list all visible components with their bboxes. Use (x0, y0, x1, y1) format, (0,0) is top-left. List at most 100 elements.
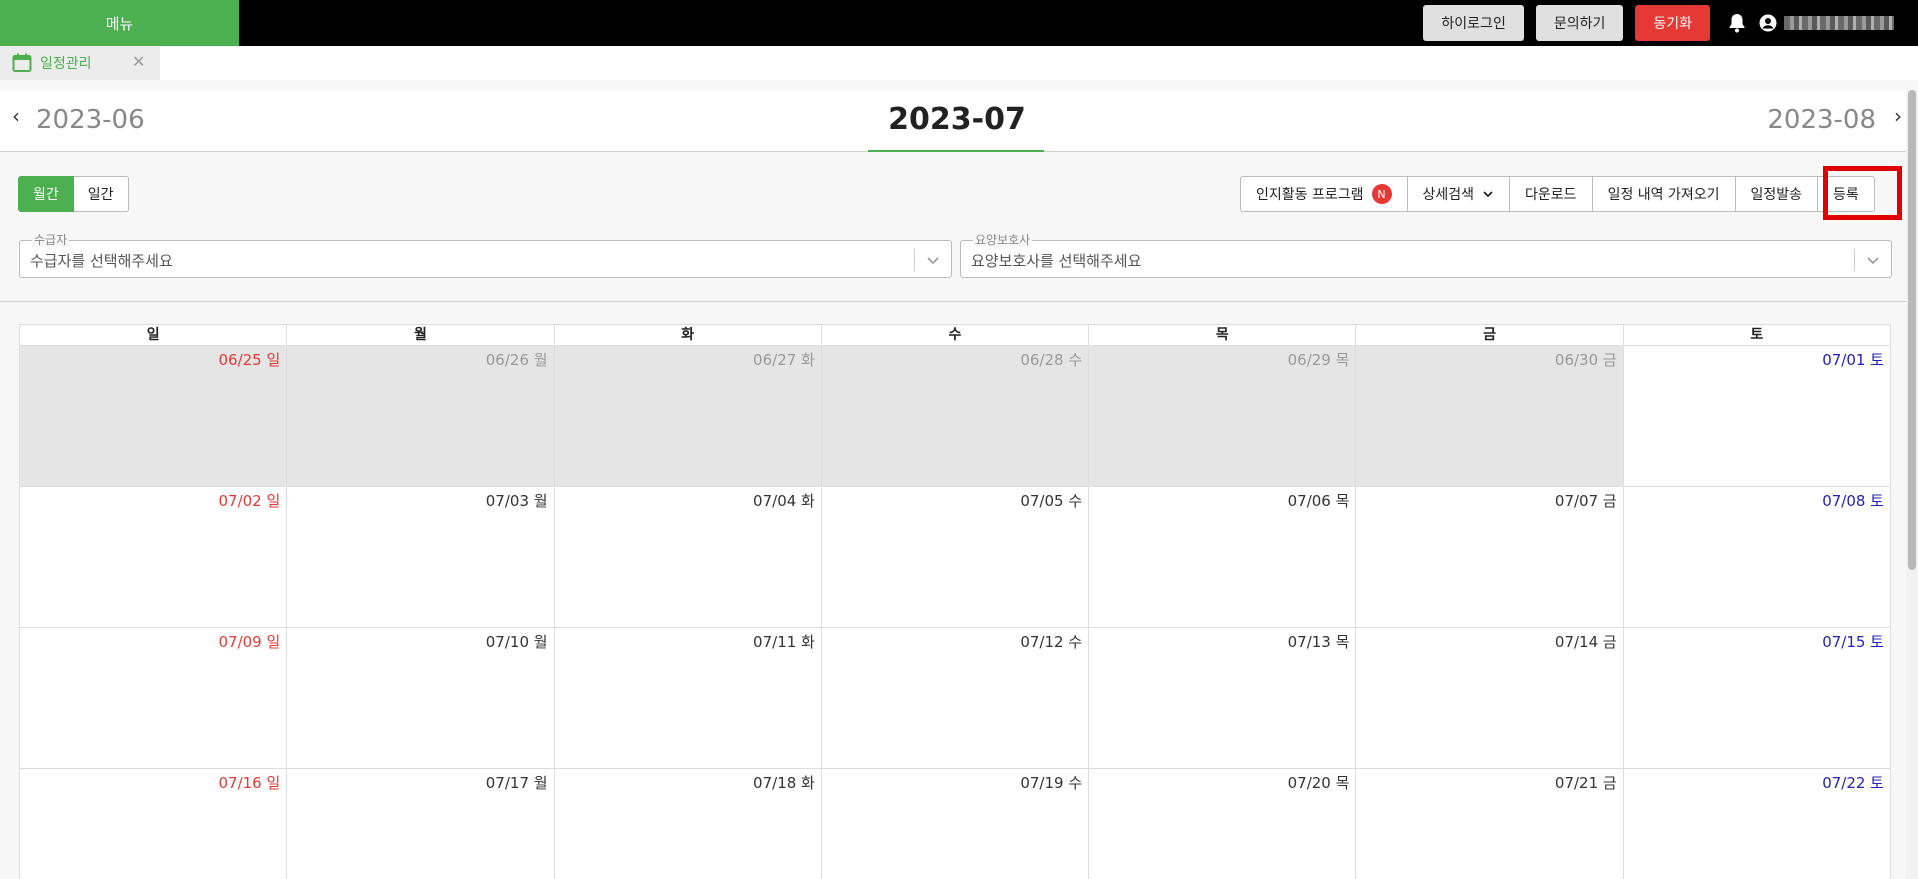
sync-button[interactable]: 동기화 (1635, 5, 1710, 41)
chevron-left-icon[interactable]: ‹ (12, 104, 20, 128)
month-calendar: 일 월 화 수 목 금 토 06/25 일 06/26 월 06/27 화 06/28… (19, 324, 1891, 879)
weekday-sun: 일 (20, 325, 288, 346)
bell-icon[interactable] (1722, 5, 1752, 41)
weekday-tue: 화 (554, 325, 822, 346)
day-label: 06/27 화 (753, 351, 815, 369)
calendar-day-cell[interactable]: 07/05 수 (821, 487, 1090, 628)
day-label: 07/04 화 (753, 492, 815, 510)
close-icon[interactable]: ✕ (132, 54, 148, 70)
calendar-day-cell[interactable]: 07/04 화 (554, 487, 822, 628)
daily-view-button[interactable]: 일간 (73, 176, 129, 212)
calendar-day-cell[interactable]: 07/12 수 (821, 628, 1090, 769)
day-label: 07/06 목 (1287, 492, 1350, 510)
detail-search-button[interactable]: 상세검색 (1407, 176, 1511, 212)
inquiry-button[interactable]: 문의하기 (1535, 5, 1624, 41)
cognitive-program-button[interactable]: 인지활동 프로그램 N (1240, 176, 1408, 212)
view-toggle: 월간 일간 (18, 176, 129, 212)
day-label: 07/12 수 (1020, 633, 1083, 651)
calendar-day-cell[interactable]: 07/13 목 (1089, 628, 1357, 769)
user-name-redacted[interactable] (1784, 16, 1894, 30)
calendar-day-cell[interactable]: 07/11 화 (554, 628, 822, 769)
calendar-day-cell[interactable]: 07/20 목 (1089, 769, 1357, 879)
calendar-day-cell[interactable]: 07/14 금 (1356, 628, 1624, 769)
weekday-sat: 토 (1623, 325, 1891, 346)
calendar-day-cell[interactable]: 07/22 토 (1623, 769, 1891, 879)
select-separator (914, 249, 915, 271)
calendar-day-cell[interactable]: 07/03 월 (287, 487, 555, 628)
top-bar: 메뉴 하이로그인 문의하기 동기화 (0, 0, 1918, 46)
calendar-day-cell[interactable]: 07/16 일 (20, 769, 288, 879)
day-label: 07/19 수 (1020, 774, 1083, 792)
monthly-view-button[interactable]: 월간 (18, 176, 74, 212)
calendar-day-cell[interactable]: 07/18 화 (554, 769, 822, 879)
day-label: 07/01 토 (1822, 351, 1884, 369)
day-label: 07/09 일 (218, 633, 281, 651)
prev-month-link[interactable]: 2023-06 (36, 105, 145, 135)
select-separator (1854, 249, 1855, 271)
action-buttons: 인지활동 프로그램 N 상세검색 다운로드 일정 내역 가져오기 일정발송 등록 (1240, 176, 1875, 212)
day-label: 07/14 금 (1554, 633, 1617, 651)
weekday-thu: 목 (1089, 325, 1357, 346)
recipient-select[interactable]: 수급자 수급자를 선택해주세요 (19, 233, 952, 278)
day-label: 07/21 금 (1554, 774, 1617, 792)
user-circle-icon[interactable] (1756, 5, 1780, 41)
caregiver-select[interactable]: 요양보호사 요양보호사를 선택해주세요 (960, 233, 1892, 278)
calendar-icon (12, 53, 32, 73)
calendar-day-cell[interactable]: 06/30 금 (1356, 346, 1624, 487)
menu-button[interactable]: 메뉴 (0, 0, 239, 46)
day-label: 07/05 수 (1020, 492, 1083, 510)
calendar-day-cell[interactable]: 06/25 일 (20, 346, 288, 487)
top-right-controls: 하이로그인 문의하기 동기화 (1423, 0, 1918, 46)
register-button[interactable]: 등록 (1818, 176, 1875, 212)
weekday-mon: 월 (287, 325, 555, 346)
tab-strip: 일정관리 ✕ (0, 46, 1918, 80)
cognitive-program-label: 인지활동 프로그램 (1256, 187, 1364, 203)
calendar-day-cell[interactable]: 07/15 토 (1623, 628, 1891, 769)
calendar-day-cell[interactable]: 07/10 월 (287, 628, 555, 769)
calendar-day-cell[interactable]: 07/17 월 (287, 769, 555, 879)
day-label: 07/18 화 (753, 774, 815, 792)
caregiver-placeholder: 요양보호사를 선택해주세요 (971, 252, 1142, 270)
calendar-day-cell[interactable]: 07/09 일 (20, 628, 288, 769)
import-schedule-button[interactable]: 일정 내역 가져오기 (1592, 176, 1736, 212)
send-schedule-button[interactable]: 일정발송 (1735, 176, 1819, 212)
weekday-fri: 금 (1356, 325, 1624, 346)
day-label: 07/15 토 (1822, 633, 1884, 651)
calendar-day-cell[interactable]: 07/07 금 (1356, 487, 1624, 628)
day-label: 06/29 목 (1287, 351, 1350, 369)
next-month-link[interactable]: 2023-08 (1767, 105, 1876, 135)
hilogin-button[interactable]: 하이로그인 (1423, 5, 1524, 41)
calendar-day-cell[interactable]: 07/08 토 (1623, 487, 1891, 628)
calendar-day-cell[interactable]: 07/19 수 (821, 769, 1090, 879)
controls-panel: 월간 일간 인지활동 프로그램 N 상세검색 다운로드 일정 내역 가져오기 일… (0, 152, 1918, 302)
calendar-grid: 06/25 일 06/26 월 06/27 화 06/28 수 06/29 목 06/30… (20, 346, 1891, 879)
tab-schedule[interactable]: 일정관리 ✕ (0, 46, 160, 80)
calendar-day-cell[interactable]: 06/29 목 (1089, 346, 1357, 487)
tab-label: 일정관리 (40, 56, 92, 72)
day-label: 06/25 일 (218, 351, 281, 369)
page-scrollbar[interactable] (1906, 90, 1918, 879)
calendar-day-cell[interactable]: 06/28 수 (821, 346, 1090, 487)
day-label: 07/07 금 (1554, 492, 1617, 510)
scrollbar-thumb[interactable] (1908, 90, 1916, 570)
chevron-down-icon[interactable] (925, 252, 941, 268)
calendar-day-cell[interactable]: 07/02 일 (20, 487, 288, 628)
chevron-right-icon[interactable]: › (1894, 104, 1902, 128)
day-label: 06/30 금 (1554, 351, 1617, 369)
calendar-day-cell[interactable]: 07/01 토 (1623, 346, 1891, 487)
day-label: 06/28 수 (1020, 351, 1083, 369)
calendar-day-cell[interactable]: 06/26 월 (287, 346, 555, 487)
day-label: 07/03 월 (485, 492, 548, 510)
weekday-header: 일 월 화 수 목 금 토 (20, 325, 1891, 346)
caregiver-legend: 요양보호사 (973, 233, 1033, 247)
chevron-down-icon[interactable] (1865, 252, 1881, 268)
download-button[interactable]: 다운로드 (1510, 176, 1593, 212)
chevron-down-icon (1483, 191, 1493, 198)
calendar-day-cell[interactable]: 07/06 목 (1089, 487, 1357, 628)
day-label: 07/08 토 (1822, 492, 1884, 510)
day-label: 07/20 목 (1287, 774, 1350, 792)
new-badge: N (1371, 184, 1392, 204)
month-navigation: ‹ 2023-06 2023-07 2023-08 › (0, 90, 1918, 152)
calendar-day-cell[interactable]: 07/21 금 (1356, 769, 1624, 879)
calendar-day-cell[interactable]: 06/27 화 (554, 346, 822, 487)
